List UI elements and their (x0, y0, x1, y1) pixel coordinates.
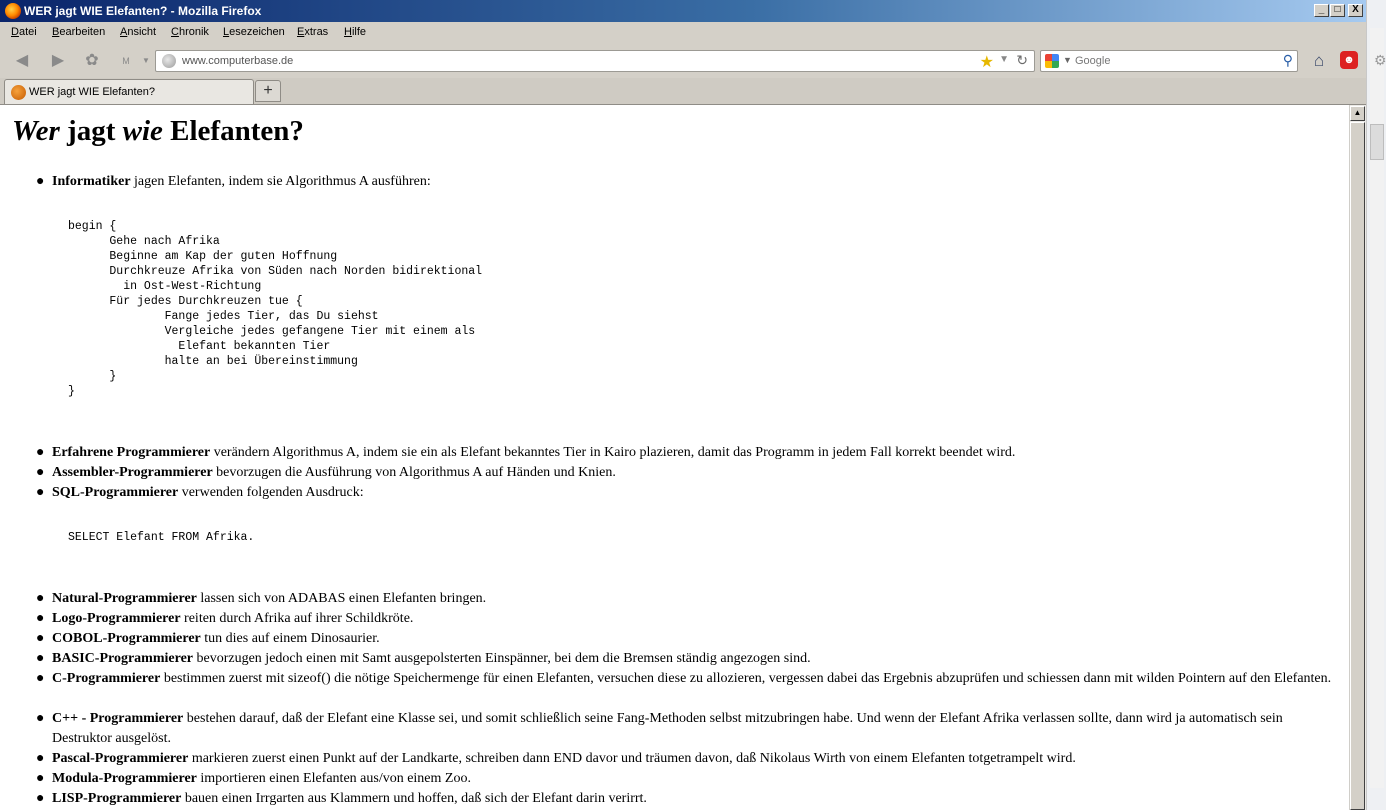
bullet-icon: ● (36, 445, 45, 460)
list-item: ● BASIC-Programmierer bevorzugen jedoch e… (36, 649, 1342, 669)
bullet-icon: ● (36, 631, 45, 646)
back-arrow-icon[interactable]: ◀ (12, 52, 32, 70)
list-item: ● Informatiker jagen Elefanten, indem sie… (36, 172, 1342, 192)
list-item: ● C++ - Programmierer bestehen darauf, da… (36, 711, 1283, 746)
home-icon[interactable]: ⌂ (1310, 52, 1328, 70)
search-engine-dropdown-icon[interactable]: ▼ (1063, 55, 1072, 65)
bullet-icon: ● (36, 651, 45, 666)
list-item: ● Pascal-Programmierer markieren zuerst e… (36, 749, 1342, 769)
window-title: WER jagt WIE Elefanten? - Mozilla Firefo… (24, 4, 262, 18)
google-search-engine-icon[interactable] (1045, 54, 1059, 68)
list-item: ● Natural-Programmierer lassen sich von A… (36, 589, 1342, 609)
menu-chronik[interactable]: Chronik (171, 26, 209, 38)
search-bar[interactable]: ▼ ⚲ (1040, 50, 1298, 72)
bullet-icon: ● (36, 791, 45, 806)
menu-datei[interactable]: Datei (11, 26, 37, 38)
menu-ansicht[interactable]: Ansicht (120, 26, 156, 38)
bookmark-star-icon[interactable]: ★ (980, 52, 994, 72)
url-dropdown-icon[interactable]: ▼ (999, 54, 1009, 65)
new-tab-button[interactable]: + (255, 80, 281, 102)
menu-bearbeiten[interactable]: Bearbeiten (52, 26, 105, 38)
firefox-icon (5, 3, 21, 19)
bullet-icon: ● (36, 771, 45, 786)
algorithm-code-block: begin { Gehe nach Afrika Beginne am Kap … (68, 220, 483, 398)
bullet-icon: ● (36, 611, 45, 626)
search-input[interactable] (1075, 53, 1265, 69)
gear-icon: ⚙ (1374, 52, 1386, 68)
site-identity-globe-icon[interactable] (162, 54, 176, 68)
tab-bar: WER jagt WIE Elefanten? + (0, 78, 1366, 105)
list-item: ● LISP-Programmierer bauen einen Irrgarte… (36, 789, 1342, 809)
list-item: ● Modula-Programmierer importieren einen … (36, 769, 1342, 789)
menubar: Datei Bearbeiten Ansicht Chronik Lesezei… (0, 22, 1366, 44)
reload-icon[interactable]: ↻ (1016, 52, 1028, 69)
tab-favicon-icon (11, 85, 26, 100)
list-item: ● C-Programmierer bestimmen zuerst mit si… (36, 669, 1342, 689)
menu-lesezeichen[interactable]: Lesezeichen (223, 26, 285, 38)
bullet-icon: ● (36, 671, 45, 686)
window-titlebar: WER jagt WIE Elefanten? - Mozilla Firefo… (0, 0, 1366, 22)
tab-label: WER jagt WIE Elefanten? (29, 86, 155, 98)
minimize-button[interactable]: _ (1314, 4, 1329, 17)
sql-code-block: SELECT Elefant FROM Afrika. (68, 531, 255, 544)
forward-arrow-icon[interactable]: ▶ (48, 52, 68, 70)
url-text[interactable]: www.computerbase.de (182, 55, 293, 67)
bullet-icon: ● (36, 591, 45, 606)
url-bar[interactable]: www.computerbase.de ★ ▼ ↻ (155, 50, 1035, 72)
page-content: Wer jagt wie Elefanten? ● Informatiker ja… (0, 105, 1349, 810)
menu-extras[interactable]: Extras (297, 26, 328, 38)
menu-hilfe[interactable]: Hilfe (344, 26, 366, 38)
page-scrollbar-thumb[interactable] (1350, 122, 1365, 810)
bullet-icon: ● (36, 174, 45, 189)
red-addon-icon[interactable]: ☻ (1340, 51, 1358, 69)
page-title: Wer jagt wie Elefanten? (12, 115, 304, 147)
tab-active[interactable]: WER jagt WIE Elefanten? (4, 79, 254, 104)
list-item: ● Erfahrene Programmierer verändern Algor… (36, 443, 1342, 463)
scroll-up-arrow-icon[interactable]: ▲ (1350, 106, 1365, 121)
bullet-icon: ● (36, 711, 45, 726)
list-item: ● SQL-Programmierer verwenden folgenden A… (36, 483, 1342, 503)
bullet-icon: ● (36, 465, 45, 480)
background-scrollbar-thumb (1370, 124, 1384, 160)
history-dropdown-icon[interactable]: ▼ (136, 52, 156, 70)
addon-puzzle-icon[interactable]: ✿ (82, 52, 102, 70)
list-item: ● Assembler-Programmierer bevorzugen die … (36, 463, 1342, 483)
bullet-icon: ● (36, 751, 45, 766)
history-menu-button[interactable]: M (116, 52, 136, 70)
close-button[interactable]: X (1348, 4, 1363, 17)
maximize-button[interactable]: □ (1330, 4, 1345, 17)
list-item: ● COBOL-Programmierer tun dies auf einem … (36, 629, 1342, 649)
search-magnifier-icon[interactable]: ⚲ (1283, 52, 1293, 69)
list-item: ● Logo-Programmierer reiten durch Afrika … (36, 609, 1342, 629)
bullet-icon: ● (36, 485, 45, 500)
